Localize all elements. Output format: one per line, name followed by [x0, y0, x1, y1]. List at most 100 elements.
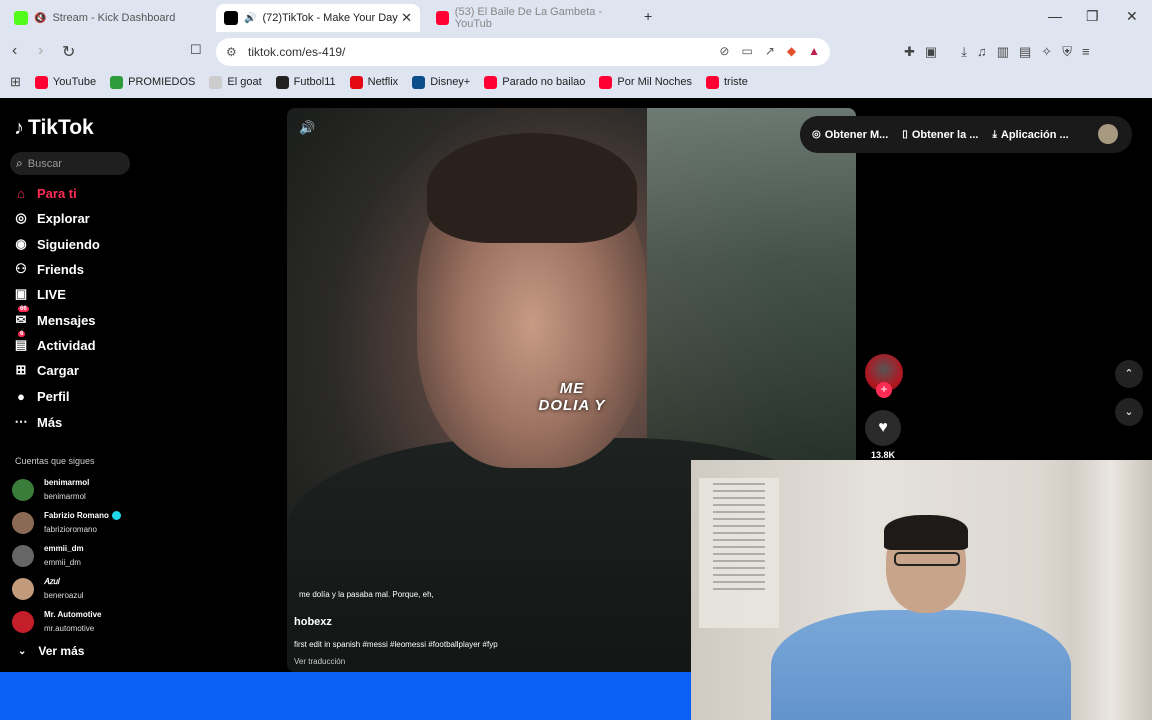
- close-window-icon[interactable]: ✕: [1126, 8, 1138, 25]
- notification-badge: 6: [18, 331, 26, 337]
- sidebar-item-explorar[interactable]: ◎ Explorar: [12, 208, 90, 228]
- bookmarks-bar: ⊞ YouTube PROMIEDOS El goat Futbol11 Netflix…: [0, 70, 1152, 94]
- back-icon[interactable]: ‹: [12, 42, 17, 60]
- download-icon[interactable]: ⤓: [961, 44, 967, 60]
- tiktok-logo[interactable]: ♪ TikTok: [14, 116, 94, 140]
- address-bar[interactable]: ⚙ tiktok.com/es-419/ ⊘ ▭ ↗ ◆ ▲: [216, 38, 830, 66]
- volume-icon[interactable]: 🔊: [299, 120, 315, 136]
- sidebar-item-actividad[interactable]: ▤ 6 Actividad: [12, 331, 96, 355]
- following-title: Cuentas que sigues: [15, 456, 95, 466]
- sidebar-item-friends[interactable]: ⚇ Friends: [12, 259, 84, 279]
- minimize-icon[interactable]: —: [1048, 8, 1062, 24]
- sidebar-item-m-s[interactable]: ⋯ Más: [12, 412, 63, 432]
- account-names: emmii_dm emmii_dm: [44, 542, 84, 570]
- wallet-icon[interactable]: ▤: [1019, 44, 1031, 60]
- following-icon: ◉: [15, 236, 27, 251]
- bookmark-item[interactable]: Netflix: [349, 75, 398, 89]
- like-button[interactable]: ♥: [865, 410, 901, 446]
- bookmark-icon[interactable]: ☐: [190, 42, 202, 58]
- follow-plus-icon[interactable]: +: [876, 382, 892, 398]
- followed-account[interactable]: 𝐴𝑧𝑢𝑙 beneroazul: [12, 575, 84, 603]
- video-caption: ME DOLIA Y: [527, 380, 617, 414]
- close-icon[interactable]: ✕: [401, 10, 412, 26]
- bookmark-item[interactable]: El goat: [209, 75, 262, 89]
- restore-icon[interactable]: ❐: [1086, 8, 1099, 25]
- sidebar-item-mensajes[interactable]: ✉ 66 Mensajes: [12, 306, 96, 330]
- reading-list-icon[interactable]: ▥: [997, 44, 1009, 60]
- screen-icon[interactable]: ▭: [741, 44, 752, 58]
- apps-icon[interactable]: ⊞: [10, 74, 21, 90]
- next-video-button[interactable]: ⌄: [1115, 398, 1143, 426]
- extensions-icon[interactable]: ✚: [904, 44, 915, 60]
- share-icon[interactable]: ↗: [765, 44, 775, 58]
- bookmark-item[interactable]: YouTube: [34, 75, 96, 89]
- bookmark-favicon-icon: [275, 75, 289, 89]
- sidebar-item-label: Actividad: [37, 337, 96, 353]
- tab-tiktok[interactable]: 🔊 (72)TikTok - Make Your Day ✕: [216, 4, 420, 32]
- no-cast-icon[interactable]: ⊘: [719, 44, 729, 58]
- user-avatar[interactable]: [1098, 124, 1118, 144]
- reload-icon[interactable]: ↻: [62, 42, 75, 62]
- account-name-text: Fabrizio Romano: [44, 511, 109, 520]
- new-tab-button[interactable]: +: [644, 8, 652, 24]
- followed-account[interactable]: Mr. Automotive mr.automotive: [12, 608, 101, 636]
- desktop-app-button[interactable]: ⤓ Aplicación ...: [992, 129, 1068, 141]
- account-name: benimarmol: [44, 476, 89, 490]
- translate-link[interactable]: Ver traducción: [294, 657, 345, 666]
- bookmark-label: El goat: [227, 76, 262, 88]
- search-input[interactable]: ⌕ Buscar: [10, 152, 130, 175]
- webcam-overlay: [691, 460, 1152, 720]
- account-handle: benimarmol: [44, 492, 86, 501]
- compass-icon: ◎: [15, 210, 27, 225]
- get-app-button[interactable]: ▯ Obtener la ...: [902, 129, 978, 141]
- followed-account[interactable]: benimarmol benimarmol: [12, 476, 89, 504]
- muted-icon[interactable]: 🔇: [34, 13, 46, 24]
- bookmark-item[interactable]: Parado no bailao: [484, 75, 585, 89]
- sidebar-item-siguiendo[interactable]: ◉ Siguiendo: [12, 234, 100, 254]
- previous-video-button[interactable]: ⌃: [1115, 360, 1143, 388]
- brave-rewards-icon[interactable]: ▲: [808, 44, 820, 58]
- tab-label: (72)TikTok - Make Your Day: [262, 12, 398, 24]
- sidebar-panel-icon[interactable]: ▣: [925, 44, 937, 60]
- followed-account[interactable]: emmii_dm emmii_dm: [12, 542, 84, 570]
- vpn-icon[interactable]: ⛨: [1062, 44, 1072, 60]
- sidebar-item-perfil[interactable]: ● Perfil: [12, 386, 69, 406]
- bookmark-item[interactable]: triste: [706, 75, 748, 89]
- sidebar-item-label: Mensajes: [37, 312, 96, 328]
- sidebar-item-live[interactable]: ▣ LIVE: [12, 284, 66, 304]
- account-handle: emmii_dm: [44, 558, 81, 567]
- forward-icon[interactable]: ›: [38, 42, 43, 60]
- menu-icon[interactable]: ≡: [1082, 44, 1090, 60]
- chevron-down-icon: ⌄: [1124, 406, 1134, 418]
- creator-avatar[interactable]: +: [865, 354, 903, 398]
- sidebar-item-label: Cargar: [37, 362, 79, 378]
- tab-youtube[interactable]: (53) El Baile De La Gambeta - YouTub: [428, 4, 634, 32]
- site-settings-icon[interactable]: ⚙: [226, 45, 237, 59]
- followed-account[interactable]: Fabrizio Romano fabrizioromano: [12, 509, 121, 537]
- search-icon: ⌕: [16, 156, 23, 170]
- see-more-button[interactable]: ⌄ Ver más: [18, 644, 84, 658]
- leo-icon[interactable]: ✧: [1041, 44, 1052, 60]
- bookmark-favicon-icon: [412, 75, 426, 89]
- video-author[interactable]: hobexz: [294, 616, 332, 628]
- top-action-bar: ◎ Obtener M... ▯ Obtener la ... ⤓ Aplica…: [800, 116, 1132, 153]
- get-coins-button[interactable]: ◎ Obtener M...: [812, 129, 888, 141]
- bookmark-item[interactable]: PROMIEDOS: [110, 75, 195, 89]
- sidebar-item-label: Siguiendo: [37, 236, 100, 252]
- tiktok-page: ♪ TikTok ⌕ Buscar ⌂ Para ti ◎ Explorar ◉ Sigu…: [0, 98, 1152, 720]
- sidebar: ♪ TikTok ⌕ Buscar ⌂ Para ti ◎ Explorar ◉ Sigu…: [0, 98, 240, 672]
- sidebar-item-cargar[interactable]: ⊞ Cargar: [12, 360, 79, 380]
- brave-shield-icon[interactable]: ◆: [787, 44, 796, 58]
- sidebar-item-para-ti[interactable]: ⌂ Para ti: [12, 183, 77, 203]
- bookmark-item[interactable]: Por Mil Noches: [599, 75, 692, 89]
- video-hair: [427, 133, 637, 243]
- bookmark-item[interactable]: Futbol11: [275, 75, 336, 89]
- avatar: [12, 512, 34, 534]
- speaker-icon[interactable]: 🔊: [244, 13, 256, 24]
- tab-kick[interactable]: 🔇 Stream - Kick Dashboard: [6, 4, 212, 32]
- music-icon[interactable]: ♫: [977, 44, 987, 60]
- account-name-text: benimarmol: [44, 478, 90, 487]
- bookmark-item[interactable]: Disney+: [412, 75, 470, 89]
- chevron-up-icon: ⌃: [1124, 368, 1134, 380]
- sidebar-item-label: Explorar: [37, 210, 90, 226]
